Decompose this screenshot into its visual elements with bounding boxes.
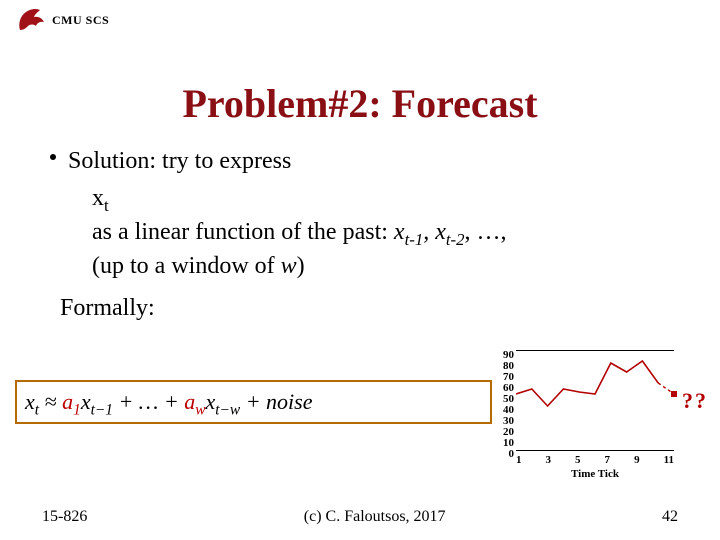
footer-right: 42	[662, 508, 678, 526]
chart-plot	[516, 350, 686, 450]
chart-xlabel: Time Tick	[516, 468, 674, 480]
chart-x-axis	[516, 450, 674, 451]
sub-line-1: xt	[92, 183, 670, 217]
chart-yticks: 90 80 70 60 50 40 30 20 10 0	[490, 350, 514, 450]
slide-title: Problem#2: Forecast	[0, 80, 720, 127]
footer-left: 15-826	[42, 508, 87, 526]
footer-center: (c) C. Faloutsos, 2017	[304, 508, 446, 526]
chart-annotation: ??	[682, 388, 708, 414]
bullet-icon	[50, 154, 56, 160]
bullet-item: Solution: try to express	[50, 145, 670, 177]
formally-label: Formally:	[60, 292, 670, 324]
formula-box: xt ≈ a1xt−1 + … + awxt−w + noise	[15, 380, 492, 424]
griffin-icon	[16, 6, 46, 34]
slide-body: Solution: try to express xt as a linear …	[50, 145, 670, 324]
slide-footer: 15-826 (c) C. Faloutsos, 2017 42	[0, 508, 720, 526]
header-label: CMU SCS	[52, 13, 109, 28]
bullet-text: Solution: try to express	[68, 145, 291, 177]
sub-line-3: (up to a window of w)	[92, 251, 670, 282]
slide-header: CMU SCS	[16, 6, 109, 34]
chart-xticks: 1 3 5 7 9 11	[516, 454, 674, 466]
forecast-chart: 90 80 70 60 50 40 30 20 10 0 1 3 5 7 9 1…	[490, 350, 710, 480]
sub-line-2: as a linear function of the past: xt-1, …	[92, 217, 670, 251]
